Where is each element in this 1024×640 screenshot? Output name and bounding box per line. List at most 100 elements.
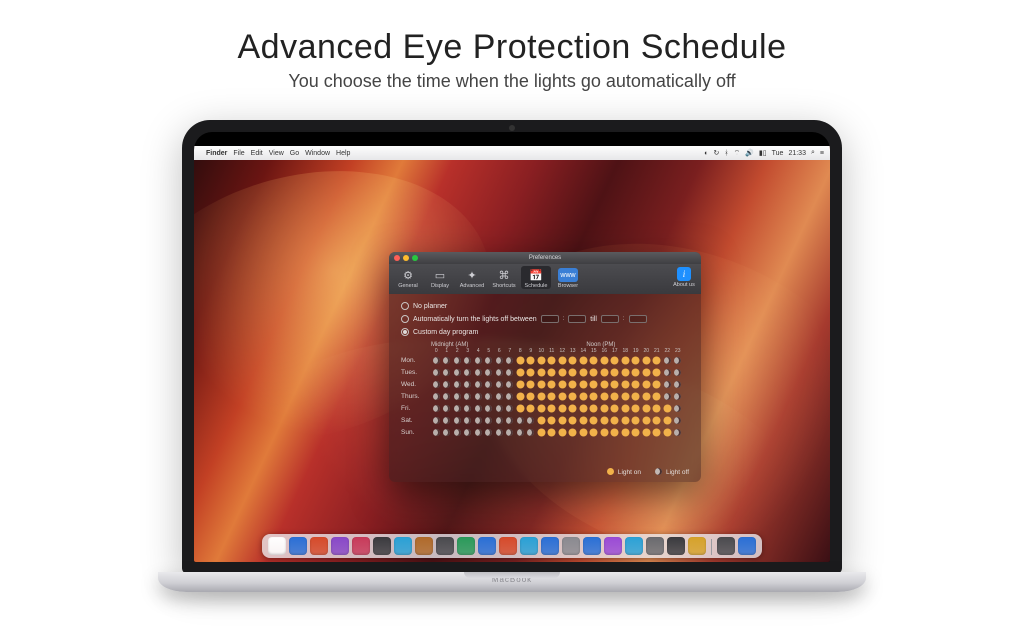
schedule-cell[interactable] <box>589 355 600 365</box>
schedule-cell[interactable] <box>431 367 442 377</box>
menu-edit[interactable]: Edit <box>251 150 263 157</box>
schedule-cell[interactable] <box>557 415 568 425</box>
schedule-cell[interactable] <box>641 403 652 413</box>
window-titlebar[interactable]: Preferences <box>389 252 701 264</box>
schedule-cell[interactable] <box>473 367 484 377</box>
schedule-cell[interactable] <box>631 355 642 365</box>
schedule-cell[interactable] <box>620 415 631 425</box>
schedule-cell[interactable] <box>578 427 589 437</box>
schedule-cell[interactable] <box>547 403 558 413</box>
schedule-cell[interactable] <box>547 367 558 377</box>
schedule-cell[interactable] <box>526 415 537 425</box>
schedule-cell[interactable] <box>652 427 663 437</box>
option-auto-between[interactable]: Automatically turn the lights off betwee… <box>401 315 689 323</box>
schedule-cell[interactable] <box>505 355 516 365</box>
schedule-cell[interactable] <box>526 367 537 377</box>
schedule-cell[interactable] <box>673 391 684 401</box>
schedule-cell[interactable] <box>557 391 568 401</box>
schedule-cell[interactable] <box>515 415 526 425</box>
schedule-cell[interactable] <box>652 355 663 365</box>
schedule-cell[interactable] <box>526 379 537 389</box>
schedule-cell[interactable] <box>589 403 600 413</box>
dock-app[interactable] <box>373 537 391 555</box>
schedule-cell[interactable] <box>568 391 579 401</box>
schedule-cell[interactable] <box>442 391 453 401</box>
schedule-cell[interactable] <box>494 355 505 365</box>
tab-schedule[interactable]: 📅 Schedule <box>521 266 551 289</box>
schedule-cell[interactable] <box>578 355 589 365</box>
schedule-cell[interactable] <box>463 415 474 425</box>
schedule-cell[interactable] <box>568 379 579 389</box>
schedule-cell[interactable] <box>652 391 663 401</box>
dock-app[interactable] <box>457 537 475 555</box>
dock-app[interactable] <box>541 537 559 555</box>
dock-app[interactable] <box>562 537 580 555</box>
schedule-cell[interactable] <box>662 403 673 413</box>
status-bluetooth-icon[interactable]: ᚼ <box>724 150 728 157</box>
schedule-cell[interactable] <box>557 367 568 377</box>
schedule-cell[interactable] <box>515 403 526 413</box>
schedule-cell[interactable] <box>431 391 442 401</box>
schedule-cell[interactable] <box>431 379 442 389</box>
option-no-planner[interactable]: No planner <box>401 302 689 310</box>
schedule-cell[interactable] <box>484 403 495 413</box>
schedule-cell[interactable] <box>641 391 652 401</box>
time-to-field[interactable] <box>601 315 619 323</box>
schedule-cell[interactable] <box>568 427 579 437</box>
schedule-cell[interactable] <box>473 403 484 413</box>
schedule-cell[interactable] <box>557 379 568 389</box>
dock-app[interactable] <box>604 537 622 555</box>
schedule-cell[interactable] <box>547 415 558 425</box>
schedule-cell[interactable] <box>547 355 558 365</box>
dock-app[interactable] <box>583 537 601 555</box>
schedule-cell[interactable] <box>673 379 684 389</box>
tab-browser[interactable]: www Browser <box>553 266 583 289</box>
schedule-cell[interactable] <box>547 391 558 401</box>
schedule-cell[interactable] <box>589 379 600 389</box>
tab-shortcuts[interactable]: ⌘ Shortcuts <box>489 266 519 289</box>
schedule-cell[interactable] <box>452 391 463 401</box>
schedule-cell[interactable] <box>452 355 463 365</box>
schedule-cell[interactable] <box>484 427 495 437</box>
schedule-cell[interactable] <box>568 355 579 365</box>
schedule-cell[interactable] <box>505 427 516 437</box>
schedule-cell[interactable] <box>473 355 484 365</box>
schedule-cell[interactable] <box>442 379 453 389</box>
schedule-cell[interactable] <box>578 379 589 389</box>
dock-app[interactable] <box>436 537 454 555</box>
schedule-cell[interactable] <box>589 367 600 377</box>
schedule-cell[interactable] <box>599 415 610 425</box>
schedule-cell[interactable] <box>526 427 537 437</box>
schedule-cell[interactable] <box>431 427 442 437</box>
tab-general[interactable]: ⚙ General <box>393 266 423 289</box>
schedule-cell[interactable] <box>515 391 526 401</box>
menu-window[interactable]: Window <box>305 150 330 157</box>
schedule-cell[interactable] <box>578 403 589 413</box>
dock-app[interactable] <box>646 537 664 555</box>
schedule-cell[interactable] <box>599 379 610 389</box>
menu-file[interactable]: File <box>233 150 244 157</box>
schedule-cell[interactable] <box>578 367 589 377</box>
schedule-cell[interactable] <box>484 367 495 377</box>
schedule-cell[interactable] <box>484 379 495 389</box>
schedule-cell[interactable] <box>578 391 589 401</box>
schedule-cell[interactable] <box>431 403 442 413</box>
schedule-cell[interactable] <box>620 427 631 437</box>
menu-go[interactable]: Go <box>290 150 299 157</box>
tab-display[interactable]: ▭ Display <box>425 266 455 289</box>
schedule-cell[interactable] <box>652 403 663 413</box>
schedule-cell[interactable] <box>557 403 568 413</box>
dock-app[interactable] <box>717 537 735 555</box>
schedule-cell[interactable] <box>631 415 642 425</box>
schedule-cell[interactable] <box>568 403 579 413</box>
dock-app[interactable] <box>415 537 433 555</box>
option-custom-program[interactable]: Custom day program <box>401 328 689 336</box>
about-button[interactable]: i About us <box>671 266 697 288</box>
schedule-cell[interactable] <box>515 427 526 437</box>
schedule-cell[interactable] <box>442 427 453 437</box>
schedule-cell[interactable] <box>631 367 642 377</box>
schedule-cell[interactable] <box>673 427 684 437</box>
schedule-cell[interactable] <box>452 427 463 437</box>
schedule-cell[interactable] <box>631 391 642 401</box>
schedule-cell[interactable] <box>515 355 526 365</box>
